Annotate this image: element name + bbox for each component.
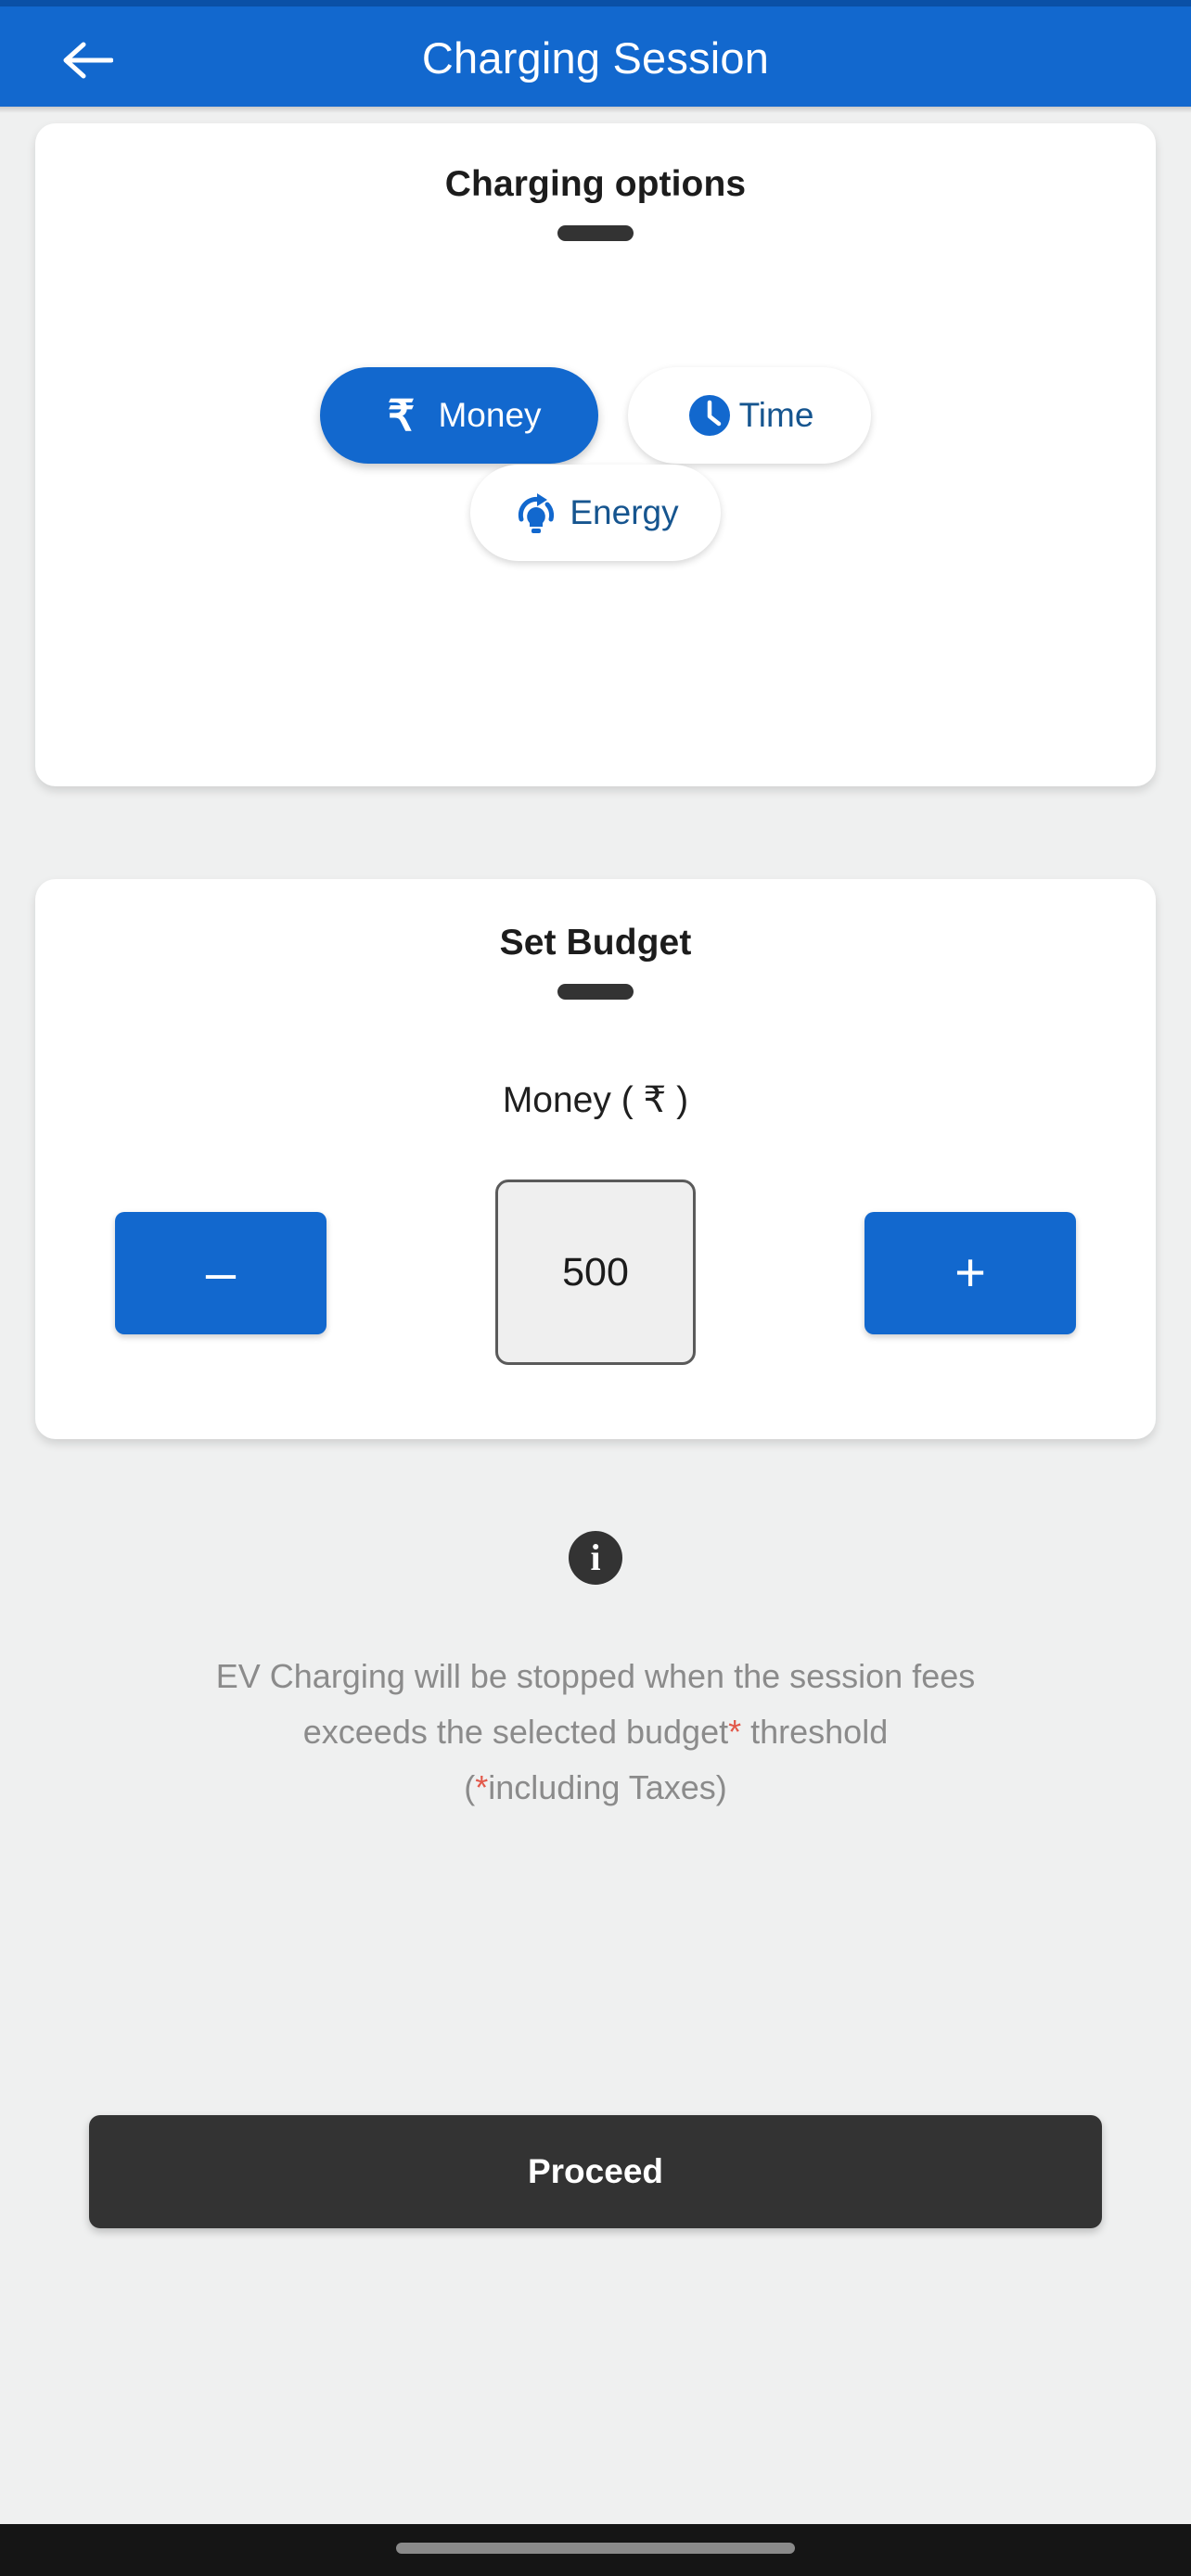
option-chip-energy[interactable]: Energy — [470, 465, 721, 561]
disclaimer-line-2-text-a: exceeds the selected budget — [302, 1713, 729, 1751]
disclaimer-asterisk-2: * — [475, 1768, 489, 1806]
budget-unit-label: Money ( ₹ ) — [502, 1080, 689, 1120]
option-chip-time[interactable]: Time — [628, 367, 871, 464]
disclaimer-text: EV Charging will be stopped when the ses… — [89, 1649, 1102, 1816]
option-chip-time-label: Time — [738, 396, 814, 434]
energy-bulb-icon — [512, 489, 560, 537]
disclaimer-line-2-text-b: threshold — [741, 1713, 889, 1751]
charging-options-card: Charging options ₹ Money Time Energy — [35, 123, 1156, 786]
disclaimer-line-3: (*including Taxes) — [89, 1760, 1102, 1816]
budget-increment-button[interactable]: + — [864, 1212, 1076, 1334]
charging-options-row-primary: ₹ Money Time — [35, 367, 1156, 464]
set-budget-title-underline — [557, 984, 634, 1000]
disclaimer-line-1: EV Charging will be stopped when the ses… — [89, 1649, 1102, 1704]
charging-options-title-underline — [557, 225, 634, 241]
disclaimer-line-3-text-b: including Taxes) — [488, 1768, 727, 1806]
set-budget-title: Set Budget — [499, 923, 692, 963]
budget-stepper: – 500 + — [35, 1180, 1156, 1365]
page-title: Charging Session — [421, 33, 770, 83]
budget-decrement-button[interactable]: – — [115, 1212, 327, 1334]
disclaimer-line-3-text-a: ( — [464, 1768, 476, 1806]
status-bar-strip — [0, 0, 1191, 6]
budget-value-input[interactable]: 500 — [495, 1180, 696, 1365]
system-navigation-bar — [0, 2524, 1191, 2576]
disclaimer-line-1-text: EV Charging will be stopped when the ses… — [215, 1657, 976, 1695]
app-header: Charging Session — [0, 6, 1191, 107]
home-indicator[interactable] — [396, 2543, 795, 2554]
option-chip-energy-label: Energy — [570, 493, 679, 531]
clock-icon — [685, 391, 734, 440]
disclaimer-asterisk-1: * — [728, 1713, 742, 1751]
charging-options-row-secondary: Energy — [35, 465, 1156, 561]
rupee-icon: ₹ — [387, 391, 416, 440]
option-chip-money[interactable]: ₹ Money — [320, 367, 598, 464]
disclaimer-line-2: exceeds the selected budget* threshold — [89, 1704, 1102, 1760]
proceed-button[interactable]: Proceed — [89, 2115, 1102, 2228]
info-icon: i — [569, 1531, 622, 1585]
option-chip-money-label: Money — [438, 396, 542, 434]
charging-options-title: Charging options — [444, 164, 747, 204]
header-shadow — [0, 107, 1191, 113]
set-budget-card: Set Budget Money ( ₹ ) – 500 + — [35, 879, 1156, 1439]
